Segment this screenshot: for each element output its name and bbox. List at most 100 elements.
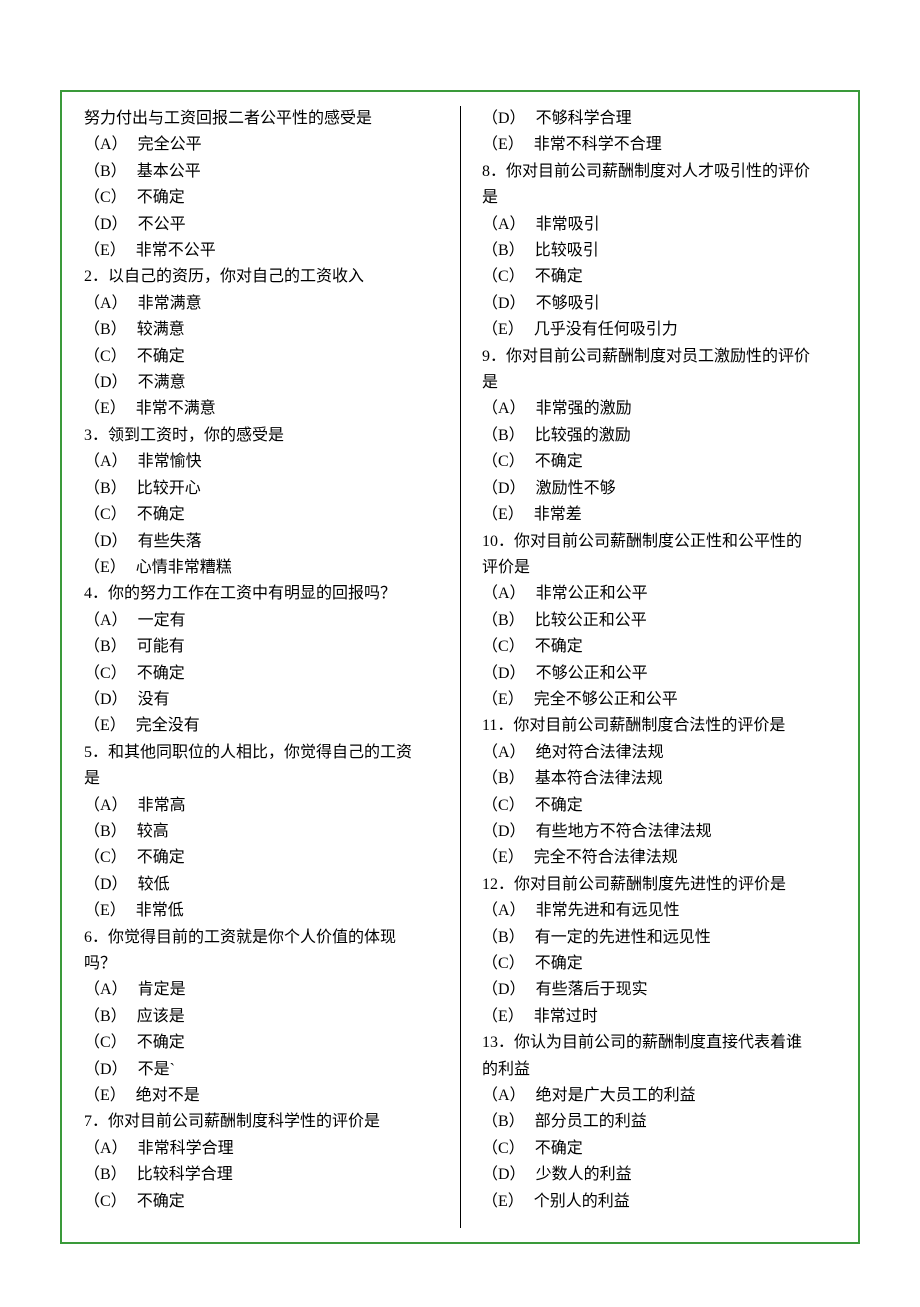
- option-text: 非常不公平: [136, 242, 216, 259]
- question-title-cont: 的利益: [460, 1057, 858, 1083]
- option-text: 肯定是: [138, 981, 186, 998]
- option: （C）不确定: [460, 264, 858, 290]
- question-title: 11．你对目前公司薪酬制度合法性的评价是: [460, 713, 858, 739]
- option-label: （C）: [84, 506, 127, 523]
- option-text: 非常不科学不合理: [534, 136, 662, 153]
- question-title-cont: 吗？: [62, 951, 460, 977]
- option-text: 不确定: [137, 665, 185, 682]
- option: （B）较满意: [62, 317, 460, 343]
- option-text: 不满意: [138, 374, 186, 391]
- option-label: （C）: [482, 453, 525, 470]
- option-label: （E）: [482, 1008, 524, 1025]
- option-label: （A）: [482, 744, 526, 761]
- option: （C）不确定: [460, 634, 858, 660]
- option-label: （B）: [84, 1008, 127, 1025]
- option: （C）不确定: [62, 1189, 460, 1215]
- option-label: （B）: [84, 638, 127, 655]
- option-label: （E）: [482, 321, 524, 338]
- question-intro: 努力付出与工资回报二者公平性的感受是: [62, 106, 460, 132]
- option: （D）少数人的利益: [460, 1162, 858, 1188]
- option-label: （E）: [84, 1087, 126, 1104]
- question-title: 12．你对目前公司薪酬制度先进性的评价是: [460, 872, 858, 898]
- option-text: 非常强的激励: [536, 400, 632, 417]
- option: （D）不够科学合理: [460, 106, 858, 132]
- option-label: （C）: [84, 348, 127, 365]
- question-title: 10．你对目前公司薪酬制度公正性和公平性的: [460, 529, 858, 555]
- option-label: （D）: [84, 374, 128, 391]
- question-title: 9．你对目前公司薪酬制度对员工激励性的评价: [460, 344, 858, 370]
- option-text: 不确定: [137, 1193, 185, 1210]
- option-label: （B）: [482, 770, 525, 787]
- option-label: （B）: [482, 427, 525, 444]
- option: （D）有些落后于现实: [460, 977, 858, 1003]
- option-label: （A）: [84, 453, 128, 470]
- option-label: （B）: [482, 929, 525, 946]
- option: （C）不确定: [460, 1136, 858, 1162]
- option-text: 非常过时: [534, 1008, 598, 1025]
- option: （E）完全不符合法律法规: [460, 845, 858, 871]
- option-text: 基本公平: [137, 163, 201, 180]
- option: （B）比较公正和公平: [460, 608, 858, 634]
- option-label: （D）: [84, 1061, 128, 1078]
- option: （E）非常低: [62, 898, 460, 924]
- option: （A）非常强的激励: [460, 396, 858, 422]
- option: （E）完全不够公正和公平: [460, 687, 858, 713]
- option: （B）比较科学合理: [62, 1162, 460, 1188]
- option-text: 非常科学合理: [138, 1140, 234, 1157]
- option-text: 非常不满意: [136, 400, 216, 417]
- option: （D）较低: [62, 872, 460, 898]
- option: （C）不确定: [62, 185, 460, 211]
- option: （A）非常愉快: [62, 449, 460, 475]
- option-label: （A）: [84, 981, 128, 998]
- option-text: 不确定: [535, 955, 583, 972]
- option: （A） 绝对符合法律法规: [460, 740, 858, 766]
- option-text: 非常低: [136, 902, 184, 919]
- option-text: 不够吸引: [536, 295, 600, 312]
- option-label: （A）: [84, 1140, 128, 1157]
- option-label: （A）: [84, 612, 128, 629]
- option-text: 几乎没有任何吸引力: [534, 321, 678, 338]
- question-title: 5．和其他同职位的人相比，你觉得自己的工资: [62, 740, 460, 766]
- option-text: 没有: [138, 691, 170, 708]
- option-label: （A）: [482, 1087, 526, 1104]
- option: （D）不够公正和公平: [460, 661, 858, 687]
- option-label: （A）: [84, 295, 128, 312]
- option-label: （D）: [84, 533, 128, 550]
- option-text: 比较开心: [137, 480, 201, 497]
- option-label: （A）: [84, 136, 128, 153]
- option: （B）比较吸引: [460, 238, 858, 264]
- option-label: （B）: [84, 163, 127, 180]
- option: （D）不够吸引: [460, 291, 858, 317]
- option: （A）完全公平: [62, 132, 460, 158]
- option: （D）有些失落: [62, 529, 460, 555]
- option-label: （E）: [482, 849, 524, 866]
- option: （B） 基本公平: [62, 159, 460, 185]
- option: （B） 可能有: [62, 634, 460, 660]
- option-label: （B）: [482, 612, 525, 629]
- question-title-cont: 是: [460, 370, 858, 396]
- option-label: （E）: [84, 242, 126, 259]
- option-text: 基本符合法律法规: [535, 770, 663, 787]
- option-label: （D）: [84, 876, 128, 893]
- option-text: 有些地方不符合法律法规: [536, 823, 712, 840]
- option-label: （C）: [84, 1034, 127, 1051]
- option: （C）不确定: [62, 845, 460, 871]
- option-text: 可能有: [137, 638, 185, 655]
- option-text: 个别人的利益: [534, 1193, 630, 1210]
- option: （B）较高: [62, 819, 460, 845]
- option: （D）不是`: [62, 1057, 460, 1083]
- option: （E） 几乎没有任何吸引力: [460, 317, 858, 343]
- option-label: （D）: [84, 691, 128, 708]
- option-label: （E）: [482, 691, 524, 708]
- option: （B） 基本符合法律法规: [460, 766, 858, 792]
- option: （B）部分员工的利益: [460, 1109, 858, 1135]
- option-label: （C）: [84, 665, 127, 682]
- question-title: 7．你对目前公司薪酬制度科学性的评价是: [62, 1109, 460, 1135]
- option: （C）不确定: [460, 793, 858, 819]
- option-text: 不确定: [535, 453, 583, 470]
- option-text: 绝对符合法律法规: [536, 744, 664, 761]
- option-label: （B）: [482, 1113, 525, 1130]
- option-label: （D）: [84, 216, 128, 233]
- option-label: （C）: [482, 797, 525, 814]
- option-label: （D）: [482, 110, 526, 127]
